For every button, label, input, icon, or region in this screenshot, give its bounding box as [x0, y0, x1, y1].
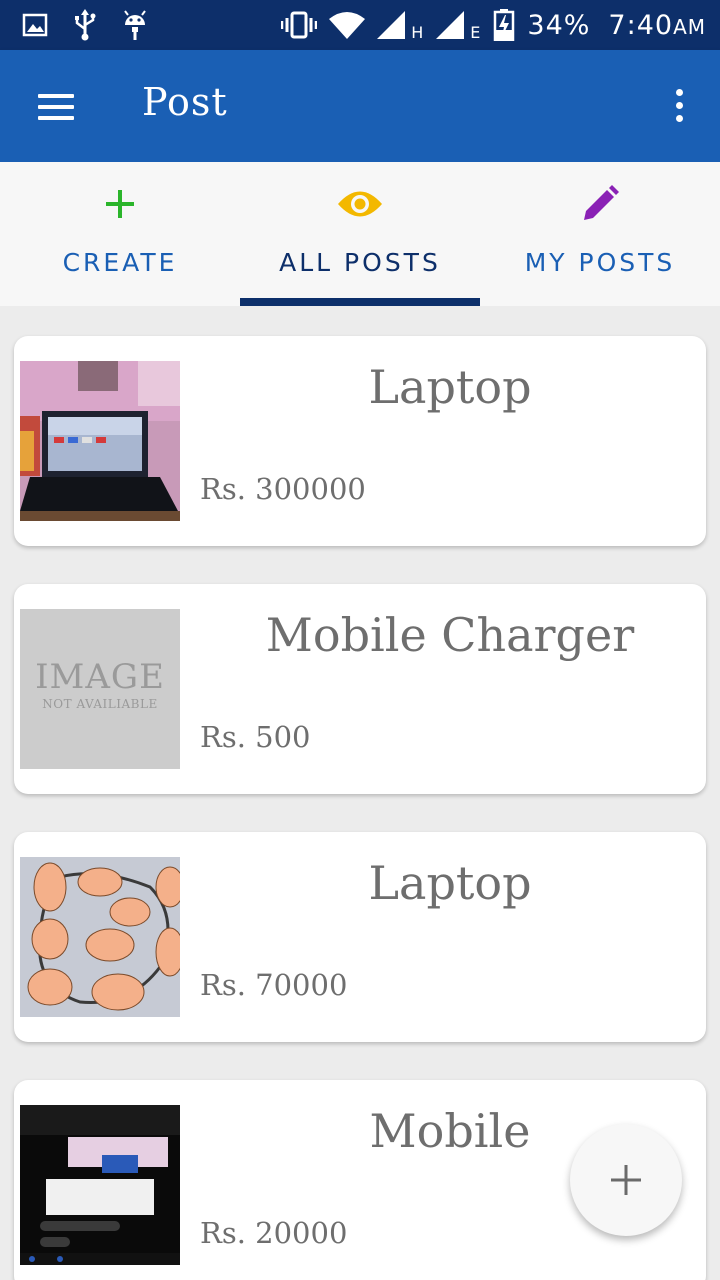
status-bar: H E 34% 7:40AM [0, 0, 720, 50]
tab-all-posts-label: ALL POSTS [279, 248, 441, 277]
post-title: Mobile Charger [265, 608, 635, 662]
screenshot-photo [20, 1105, 180, 1265]
clock-time: 7:40 [608, 9, 674, 41]
hamburger-menu-button[interactable] [26, 80, 86, 132]
post-thumbnail [20, 1105, 180, 1265]
add-icon [611, 1165, 641, 1195]
tab-my-posts[interactable]: MY POSTS [480, 162, 720, 306]
status-bar-left [22, 0, 148, 50]
tab-indicator [240, 298, 480, 306]
wifi-icon [329, 12, 366, 39]
post-title: Laptop [368, 360, 532, 414]
plus-icon [106, 190, 134, 218]
post-card[interactable]: Laptop Rs. 300000 [14, 336, 706, 546]
status-bar-right: H E 34% 7:40AM [281, 0, 706, 50]
tab-create[interactable]: CREATE [0, 162, 240, 306]
post-thumbnail: IMAGE NOT AVAILIABLE [20, 609, 180, 769]
battery-percent: 34% [527, 9, 591, 41]
tab-create-icon-wrap [0, 182, 240, 226]
usb-icon [75, 9, 96, 41]
network-type-h: H [411, 23, 425, 42]
tab-create-label: CREATE [62, 248, 178, 277]
post-thumbnail [20, 857, 180, 1017]
post-card[interactable]: Laptop Rs. 70000 [14, 832, 706, 1042]
post-title: Laptop [368, 856, 532, 910]
pencil-icon [584, 185, 619, 220]
tab-all-posts[interactable]: ALL POSTS [240, 162, 480, 306]
tab-my-posts-icon-wrap [480, 182, 720, 226]
post-price: Rs. 300000 [200, 472, 366, 506]
battery-icon [494, 9, 515, 41]
image-icon [22, 13, 48, 37]
tab-all-posts-icon-wrap [240, 182, 480, 226]
tab-my-posts-label: MY POSTS [524, 248, 676, 277]
android-icon [124, 10, 146, 40]
add-post-fab[interactable] [570, 1124, 682, 1236]
clock: 7:40AM [608, 10, 706, 41]
post-thumbnail [20, 361, 180, 521]
tab-bar: CREATE ALL POSTS MY POSTS [0, 162, 720, 306]
laptop-photo [20, 361, 180, 521]
network-type-e: E [470, 23, 482, 42]
overflow-menu-button[interactable] [664, 82, 694, 130]
placeholder-line-2: NOT AVAILIABLE [42, 697, 158, 711]
poster-photo [20, 857, 180, 1017]
post-price: Rs. 70000 [200, 968, 348, 1002]
image-not-available-placeholder: IMAGE NOT AVAILIABLE [20, 609, 180, 769]
eye-icon [338, 191, 382, 217]
page-title: Post [142, 80, 228, 124]
post-price: Rs. 20000 [200, 1216, 348, 1250]
signal-icon [377, 11, 406, 39]
signal-icon-2 [436, 11, 465, 39]
clock-ampm: AM [673, 14, 706, 39]
placeholder-line-1: IMAGE [35, 657, 165, 697]
vibrate-icon [281, 11, 318, 39]
post-price: Rs. 500 [200, 720, 311, 754]
post-card[interactable]: IMAGE NOT AVAILIABLE Mobile Charger Rs. … [14, 584, 706, 794]
app-bar: Post [0, 50, 720, 162]
